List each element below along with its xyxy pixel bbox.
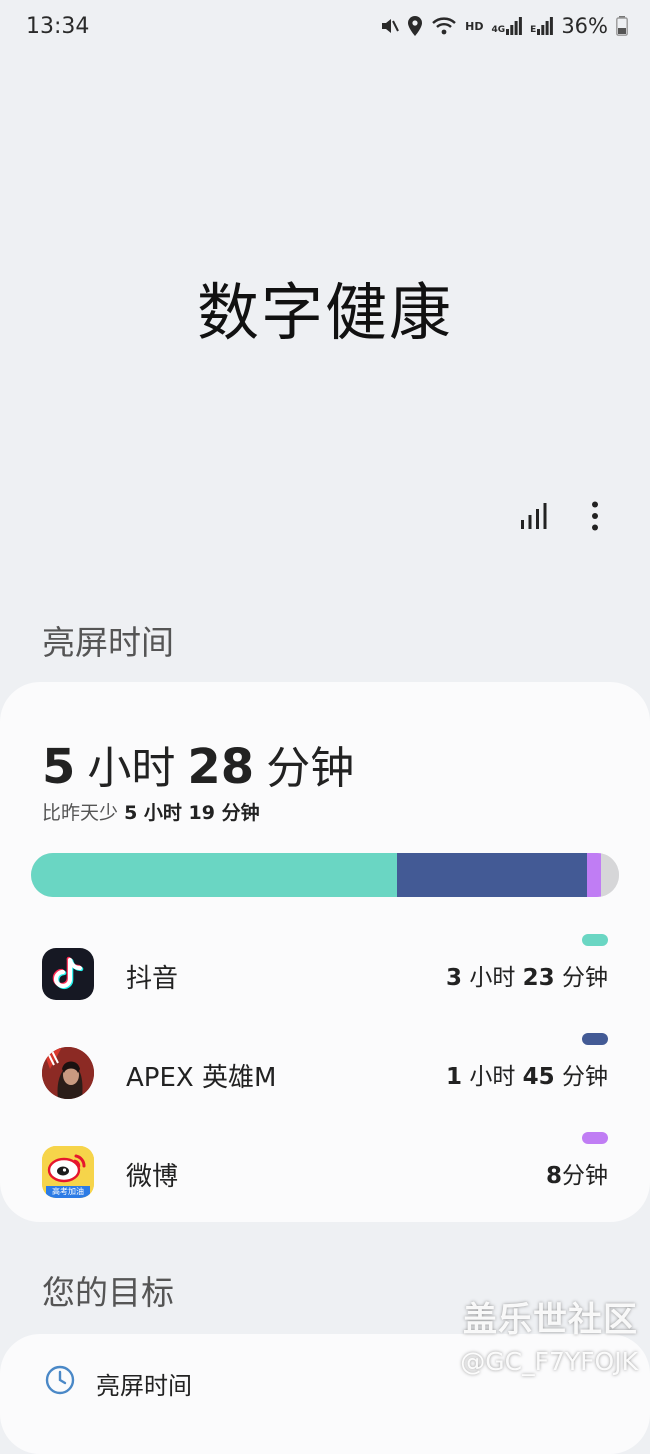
- app-color-chip: [582, 934, 608, 946]
- app-color-chip: [582, 1132, 608, 1144]
- douyin-app-icon: [42, 948, 94, 1000]
- app-usage-time: 3 小时 23 分钟: [446, 965, 608, 991]
- clock-icon: [44, 1364, 76, 1402]
- total-minutes-unit: 分钟: [266, 743, 355, 794]
- watermark: 盖乐世社区 @GC_F7YFOJK: [460, 1292, 638, 1376]
- app-usage-time: 1 小时 45 分钟: [446, 1064, 608, 1090]
- weibo-app-icon: 高考加油: [42, 1146, 94, 1198]
- compare-yesterday: 比昨天少 5 小时 19 分钟: [42, 798, 260, 825]
- total-screen-time: 5 小时 28 分钟: [42, 732, 354, 796]
- page-title: 数字健康: [196, 276, 453, 349]
- weibo-icon-caption: 高考加油: [52, 1187, 84, 1196]
- bar-chart-icon: [520, 503, 548, 533]
- net-e-label: E: [530, 25, 537, 35]
- goal-label: 亮屏时间: [96, 1371, 192, 1400]
- battery-percent: 36%: [561, 14, 608, 38]
- signal-e-icon: E: [530, 17, 554, 35]
- goals-section-title: 您的目标: [42, 1273, 174, 1312]
- goal-screen-time[interactable]: 亮屏时间: [44, 1364, 192, 1402]
- app-row-weibo[interactable]: 高考加油 微博 8分钟: [0, 1132, 650, 1212]
- apex-app-icon: [42, 1047, 94, 1099]
- more-vertical-icon: [591, 501, 599, 535]
- status-time: 13:34: [26, 14, 90, 39]
- watermark-line2: @GC_F7YFOJK: [460, 1347, 638, 1376]
- mute-icon: [379, 16, 400, 36]
- more-options-button[interactable]: [575, 498, 615, 538]
- total-hours: 5: [42, 739, 76, 795]
- app-usage-time: 8分钟: [545, 1163, 608, 1189]
- status-icons: HD 4G E 36%: [379, 14, 628, 38]
- stats-button[interactable]: [514, 498, 554, 538]
- compare-prefix: 比昨天少: [42, 802, 119, 824]
- screen-time-section-title: 亮屏时间: [42, 623, 174, 662]
- usage-bar: [31, 853, 619, 897]
- app-row-douyin[interactable]: 抖音 3 小时 23 分钟: [0, 934, 650, 1014]
- wifi-icon: [431, 16, 457, 36]
- watermark-line1: 盖乐世社区: [463, 1300, 638, 1340]
- app-row-apex[interactable]: APEX 英雄M 1 小时 45 分钟: [0, 1033, 650, 1113]
- total-hours-unit: 小时: [87, 743, 176, 794]
- location-icon: [407, 16, 423, 36]
- total-minutes: 28: [187, 739, 255, 795]
- usage-bar-segment: [397, 853, 587, 897]
- battery-icon: [616, 16, 628, 36]
- app-name: 微博: [126, 1162, 179, 1192]
- app-color-chip: [582, 1033, 608, 1045]
- usage-bar-segment: [586, 853, 602, 897]
- usage-bar-segment: [31, 853, 398, 897]
- app-name: APEX 英雄M: [126, 1063, 277, 1093]
- compare-value: 5 小时 19 分钟: [124, 802, 260, 824]
- net-4g-label: 4G: [491, 25, 506, 35]
- app-name: 抖音: [126, 964, 179, 994]
- hd-label: HD: [465, 19, 484, 33]
- signal-4g-icon: 4G: [492, 17, 523, 35]
- status-bar: 13:34 HD 4G E 36%: [0, 0, 650, 56]
